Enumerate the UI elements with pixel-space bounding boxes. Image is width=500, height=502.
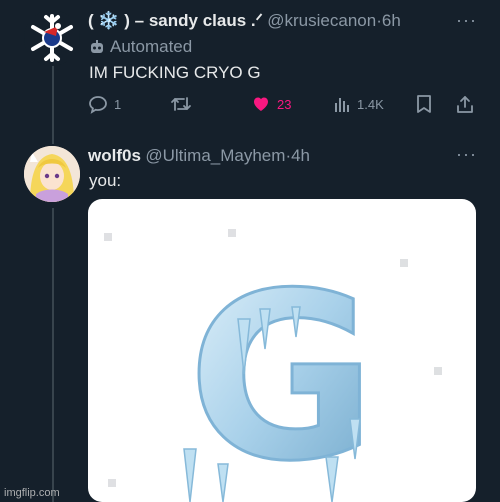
view-count: 1.4K: [357, 96, 384, 112]
more-options-icon[interactable]: ···: [456, 144, 477, 165]
handle[interactable]: @Ultima_Mayhem: [145, 146, 285, 165]
avatar[interactable]: [24, 146, 80, 202]
tweet1-text: IM FUCKING CRYO G: [89, 63, 261, 82]
like-button[interactable]: 23: [251, 92, 291, 116]
reply-count: 1: [114, 96, 122, 112]
timestamp[interactable]: ·6h: [376, 11, 401, 30]
media-image[interactable]: G: [88, 199, 476, 502]
thread-line-bottom: [52, 208, 54, 502]
share-button[interactable]: [456, 92, 474, 116]
snowflake-avatar-icon: [31, 14, 73, 62]
avatar[interactable]: [24, 10, 80, 66]
retweet-icon: [171, 97, 191, 111]
display-name[interactable]: ( ❄️ ) – sandy claus .ᐟ: [88, 11, 263, 30]
bookmark-button[interactable]: [416, 92, 432, 116]
tweet1-actions: 1 23 1.4K: [88, 92, 483, 116]
views-button[interactable]: 1.4K: [333, 92, 384, 116]
anime-avatar-icon: [24, 146, 80, 202]
more-options-icon[interactable]: ···: [456, 10, 477, 31]
watermark: imgflip.com: [4, 487, 60, 499]
share-icon: [457, 96, 473, 113]
analytics-icon: [335, 98, 349, 112]
thread-line-top: [52, 64, 54, 144]
display-name[interactable]: wolf0s: [88, 146, 141, 165]
automated-label: Automated: [89, 37, 192, 57]
like-count: 23: [277, 96, 292, 112]
heart-icon: [254, 97, 268, 111]
automated-text: Automated: [110, 37, 193, 56]
tweet2-header: wolf0s @Ultima_Mayhem·4h: [88, 146, 310, 166]
robot-icon: [91, 40, 103, 53]
ice-letter: G: [188, 245, 377, 502]
retweet-button[interactable]: [170, 92, 192, 116]
tweet2-text: you:: [89, 171, 122, 190]
tweet1-header: ( ❄️ ) – sandy claus .ᐟ @krusiecanon·6h: [88, 11, 401, 31]
timestamp[interactable]: ·4h: [285, 146, 310, 165]
bookmark-icon: [417, 95, 431, 113]
reply-icon: [89, 96, 107, 114]
ice-letter-image: G: [104, 229, 442, 502]
reply-button[interactable]: 1: [88, 92, 121, 116]
handle[interactable]: @krusiecanon: [267, 11, 376, 30]
